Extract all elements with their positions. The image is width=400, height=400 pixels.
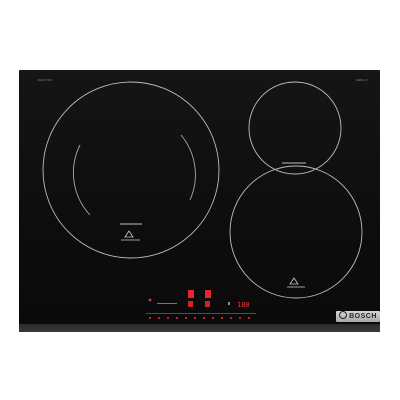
cooking-zone-small[interactable] (248, 81, 342, 175)
control-panel[interactable]: 180 (146, 290, 256, 319)
cooking-zone-medium[interactable] (229, 165, 363, 299)
pan-symbol-icon (121, 230, 140, 241)
zone-indicator (188, 301, 193, 307)
brand-badge: BOSCH (336, 311, 380, 322)
brand-name: BOSCH (349, 313, 377, 320)
pan-symbol-icon (287, 277, 305, 288)
slider-control[interactable] (146, 313, 256, 319)
power-indicator (148, 298, 152, 302)
timer-display: 180 (237, 301, 250, 309)
lock-icon[interactable] (228, 302, 230, 305)
cooking-zones: 180 (42, 81, 363, 319)
hob-frame (19, 324, 380, 332)
power-display-left (188, 290, 194, 298)
cooking-zone-large[interactable] (42, 81, 220, 259)
hint-text (157, 303, 177, 304)
zone-indicator (205, 301, 210, 307)
power-display-mid (205, 290, 211, 298)
bosch-logo-icon (339, 311, 348, 319)
